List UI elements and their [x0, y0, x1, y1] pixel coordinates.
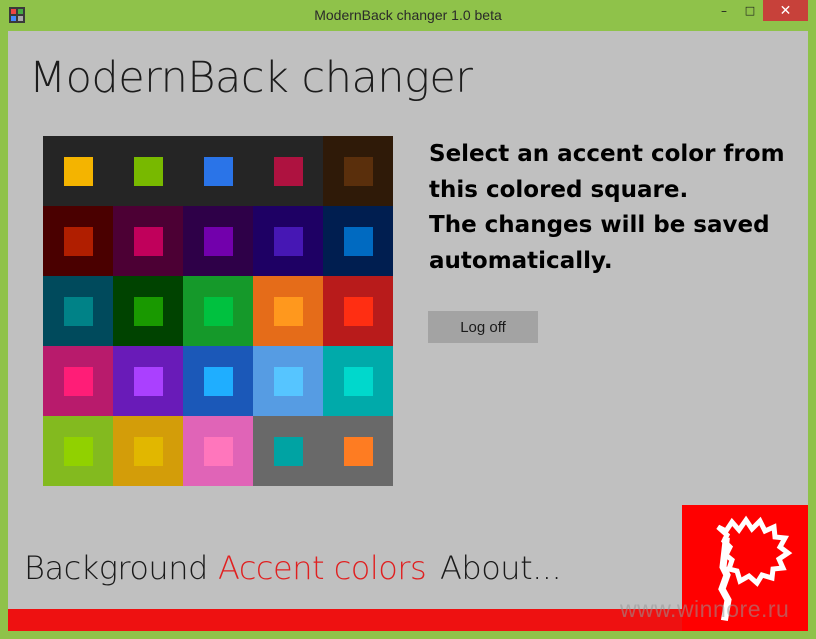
instructions-line: The changes will be saved — [429, 212, 770, 238]
accent-color-swatch — [344, 367, 373, 396]
accent-color-swatch — [344, 437, 373, 466]
nav-background[interactable]: Background — [24, 549, 208, 587]
watermark-text: www.winnore.ru — [620, 596, 790, 622]
nav-about[interactable]: About... — [440, 549, 562, 587]
accent-color-swatch — [204, 437, 233, 466]
accent-color-swatch — [274, 437, 303, 466]
accent-color-cell[interactable] — [253, 206, 323, 276]
instructions-text: Select an accent color from this colored… — [429, 137, 789, 279]
accent-color-swatch — [134, 367, 163, 396]
accent-color-swatch — [134, 297, 163, 326]
accent-color-cell[interactable] — [43, 346, 113, 416]
accent-color-cell[interactable] — [43, 416, 113, 486]
minimize-button[interactable]: – — [711, 0, 737, 21]
instructions-line: Select an accent color from — [429, 141, 785, 167]
log-off-button[interactable]: Log off — [428, 311, 538, 343]
accent-color-swatch — [204, 157, 233, 186]
accent-color-cell[interactable] — [113, 416, 183, 486]
accent-color-cell[interactable] — [323, 346, 393, 416]
accent-color-swatch — [344, 227, 373, 256]
accent-color-grid — [43, 136, 393, 486]
accent-color-cell[interactable] — [253, 276, 323, 346]
accent-color-swatch — [64, 297, 93, 326]
maximize-button[interactable]: □ — [737, 0, 763, 21]
accent-color-swatch — [64, 227, 93, 256]
accent-color-cell[interactable] — [253, 346, 323, 416]
window-title: ModernBack changer 1.0 beta — [314, 7, 502, 23]
accent-color-cell[interactable] — [43, 276, 113, 346]
accent-color-swatch — [274, 227, 303, 256]
accent-color-swatch — [274, 297, 303, 326]
accent-color-swatch — [274, 367, 303, 396]
close-button[interactable]: ✕ — [763, 0, 808, 21]
accent-color-swatch — [134, 437, 163, 466]
accent-color-cell[interactable] — [323, 206, 393, 276]
page-title: ModernBack changer — [29, 53, 473, 103]
accent-color-cell[interactable] — [183, 346, 253, 416]
accent-color-cell[interactable] — [113, 136, 183, 206]
accent-color-cell[interactable] — [183, 416, 253, 486]
accent-color-cell[interactable] — [113, 276, 183, 346]
instructions-line: automatically. — [429, 247, 613, 274]
accent-color-swatch — [64, 367, 93, 396]
accent-color-cell[interactable] — [323, 276, 393, 346]
accent-color-cell[interactable] — [43, 206, 113, 276]
accent-color-swatch — [64, 157, 93, 186]
accent-color-cell[interactable] — [253, 416, 323, 486]
accent-color-cell[interactable] — [113, 346, 183, 416]
accent-color-cell[interactable] — [183, 276, 253, 346]
accent-color-swatch — [204, 367, 233, 396]
nav-accent-colors[interactable]: Accent colors — [218, 549, 427, 587]
accent-color-cell[interactable] — [43, 136, 113, 206]
accent-color-swatch — [64, 437, 93, 466]
accent-color-swatch — [274, 157, 303, 186]
instructions-line: this colored square. — [429, 176, 689, 203]
accent-color-swatch — [344, 157, 373, 186]
accent-color-cell[interactable] — [253, 136, 323, 206]
accent-color-cell[interactable] — [323, 416, 393, 486]
accent-color-cell[interactable] — [183, 136, 253, 206]
title-bar[interactable]: ModernBack changer 1.0 beta – □ ✕ — [0, 0, 816, 31]
accent-color-cell[interactable] — [183, 206, 253, 276]
accent-color-swatch — [204, 297, 233, 326]
app-window: ModernBack changer Select an accent colo… — [8, 31, 808, 631]
accent-color-cell[interactable] — [113, 206, 183, 276]
accent-color-swatch — [134, 157, 163, 186]
accent-color-swatch — [134, 227, 163, 256]
accent-color-cell[interactable] — [323, 136, 393, 206]
accent-color-swatch — [344, 297, 373, 326]
accent-color-swatch — [204, 227, 233, 256]
